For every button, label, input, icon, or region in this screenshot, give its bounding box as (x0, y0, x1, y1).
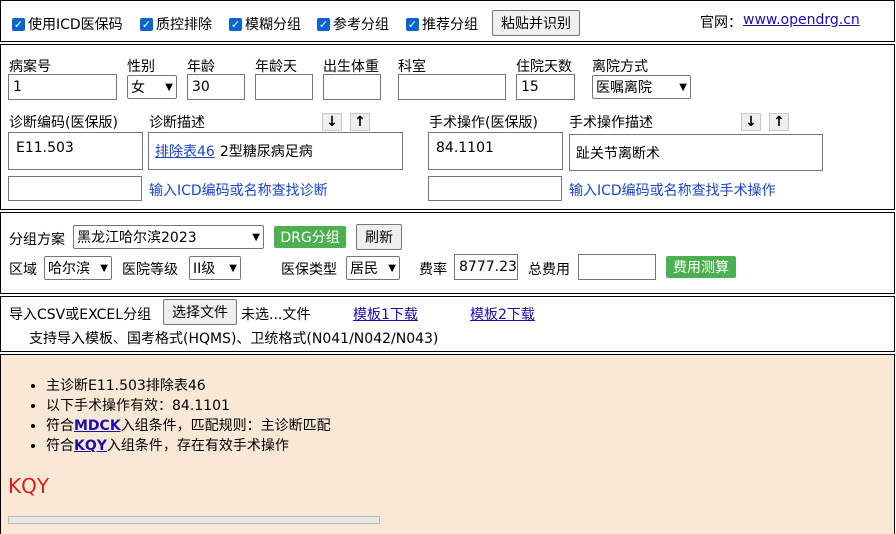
diagnosis-code-label: 诊断编码(医保版) (9, 115, 118, 131)
department-label: 科室 (398, 59, 426, 75)
option-qc-exclude[interactable]: ✓ 质控排除 (140, 14, 212, 34)
toolbar-panel: ✓ 使用ICD医保码 ✓ 质控排除 ✓ 模糊分组 ✓ 参考分组 ✓ 推荐分组 粘… (0, 0, 895, 42)
exclusion-table-link[interactable]: 排除表46 (155, 141, 215, 161)
diagnosis-search-hint: 输入ICD编码或名称查找诊断 (149, 183, 328, 199)
birth-weight-label: 出生体重 (323, 59, 379, 75)
total-cost-input[interactable] (578, 254, 656, 280)
diagnosis-desc-text: 2型糖尿病足病 (219, 144, 313, 160)
mdc-link[interactable]: MDCK (74, 418, 121, 434)
operation-desc-label: 手术操作描述 (569, 115, 653, 131)
list-item: 以下手术操作有效：84.1101 (46, 396, 331, 416)
chevron-down-icon: ▼ (679, 81, 687, 93)
checkbox-checked-icon[interactable]: ✓ (140, 17, 153, 31)
scheme-select[interactable]: 黑龙江哈尔滨2023 ▼ (73, 225, 264, 249)
checkbox-checked-icon[interactable]: ✓ (229, 17, 242, 31)
list-item: 主诊断E11.503排除表46 (46, 376, 331, 396)
age-days-input[interactable] (255, 74, 313, 100)
diagnosis-desc-box: 排除表46 2型糖尿病足病 (148, 132, 403, 170)
list-item: 符合MDCK入组条件，匹配规则：主诊断匹配 (46, 416, 331, 436)
import-label: 导入CSV或EXCEL分组 (9, 307, 152, 323)
template2-link[interactable]: 模板2下载 (470, 304, 535, 324)
site-label: 官网： (700, 15, 742, 31)
option-fuzzy-group[interactable]: ✓ 模糊分组 (229, 14, 301, 34)
operation-desc-box: 趾关节离断术 (569, 134, 823, 171)
chevron-down-icon: ▼ (165, 81, 173, 93)
site-link[interactable]: www.opendrg.cn (743, 12, 860, 28)
checkbox-checked-icon[interactable]: ✓ (406, 17, 419, 31)
checkbox-checked-icon[interactable]: ✓ (12, 17, 25, 31)
region-label: 区域 (9, 262, 37, 278)
chevron-down-icon: ▼ (229, 262, 237, 274)
insurance-type-label: 医保类型 (281, 262, 337, 278)
case-no-label: 病案号 (9, 59, 51, 75)
template1-link[interactable]: 模板1下载 (353, 304, 418, 324)
discharge-label: 离院方式 (592, 59, 648, 75)
option-reference-group[interactable]: ✓ 参考分组 (317, 14, 389, 34)
list-item: 符合KQY入组条件，存在有效手术操作 (46, 436, 331, 456)
result-table-header (8, 516, 380, 524)
total-cost-label: 总费用 (528, 262, 570, 278)
move-up-button[interactable]: ↑ (350, 113, 370, 131)
checkbox-checked-icon[interactable]: ✓ (317, 17, 330, 31)
stay-days-label: 住院天数 (516, 59, 572, 75)
move-down-button[interactable]: ↓ (741, 113, 761, 131)
import-support-text: 支持导入模板、国考格式(HQMS)、卫统格式(N041/N042/N043) (29, 331, 439, 347)
cost-calc-button[interactable]: 费用测算 (666, 256, 736, 278)
gender-label: 性别 (127, 59, 155, 75)
result-list: 主诊断E11.503排除表46 以下手术操作有效：84.1101 符合MDCK入… (8, 376, 331, 456)
drg-link[interactable]: KQY (74, 438, 107, 454)
insurance-type-select[interactable]: 居民 ▼ (346, 256, 400, 280)
rate-label: 费率 (419, 262, 447, 278)
diagnosis-desc-label: 诊断描述 (149, 115, 205, 131)
birth-weight-input[interactable] (323, 74, 381, 100)
refresh-button[interactable]: 刷新 (356, 224, 402, 250)
patient-panel: 病案号 性别 年龄 年龄天 出生体重 科室 住院天数 离院方式 1 女 ▼ 30… (0, 44, 895, 210)
chevron-down-icon: ▼ (100, 262, 108, 274)
region-select[interactable]: 哈尔滨 ▼ (44, 256, 112, 280)
age-label: 年龄 (187, 59, 215, 75)
chevron-down-icon: ▼ (388, 262, 396, 274)
drg-group-button[interactable]: DRG分组 (274, 226, 346, 248)
operation-code-label: 手术操作(医保版) (429, 115, 538, 131)
age-days-label: 年龄天 (255, 59, 297, 75)
diagnosis-search-input[interactable] (8, 176, 142, 201)
grouping-panel: 分组方案 黑龙江哈尔滨2023 ▼ DRG分组 刷新 区域 哈尔滨 ▼ 医院等级… (0, 212, 895, 294)
chevron-down-icon: ▼ (252, 231, 260, 243)
group-code-result: KQY (8, 474, 50, 498)
choose-file-button[interactable]: 选择文件 (163, 299, 237, 325)
hospital-level-label: 医院等级 (122, 262, 178, 278)
move-up-button[interactable]: ↑ (769, 113, 789, 131)
operation-code-input[interactable]: 84.1101 (428, 132, 563, 170)
option-use-icd[interactable]: ✓ 使用ICD医保码 (12, 14, 123, 34)
scheme-label: 分组方案 (9, 232, 65, 248)
option-recommend-group[interactable]: ✓ 推荐分组 (406, 14, 478, 34)
hospital-level-select[interactable]: II级 ▼ (189, 256, 241, 280)
rate-input[interactable]: 8777.23 (454, 254, 518, 280)
operation-search-input[interactable] (428, 176, 562, 201)
age-input[interactable]: 30 (187, 74, 245, 100)
operation-desc-text: 趾关节离断术 (576, 146, 660, 162)
move-down-button[interactable]: ↓ (322, 113, 342, 131)
diagnosis-code-input[interactable]: E11.503 (8, 132, 143, 170)
operation-search-hint: 输入ICD编码或名称查找手术操作 (569, 183, 776, 199)
department-input[interactable] (398, 74, 506, 100)
discharge-select[interactable]: 医嘱离院 ▼ (592, 75, 691, 99)
no-file-text: 未选...文件 (241, 307, 311, 323)
case-no-input[interactable]: 1 (8, 74, 117, 100)
import-panel: 导入CSV或EXCEL分组 选择文件 未选...文件 模板1下载 模板2下载 支… (0, 296, 895, 352)
stay-days-input[interactable]: 15 (516, 74, 575, 100)
paste-recognize-button[interactable]: 粘贴并识别 (492, 10, 580, 36)
gender-select[interactable]: 女 ▼ (127, 75, 177, 99)
